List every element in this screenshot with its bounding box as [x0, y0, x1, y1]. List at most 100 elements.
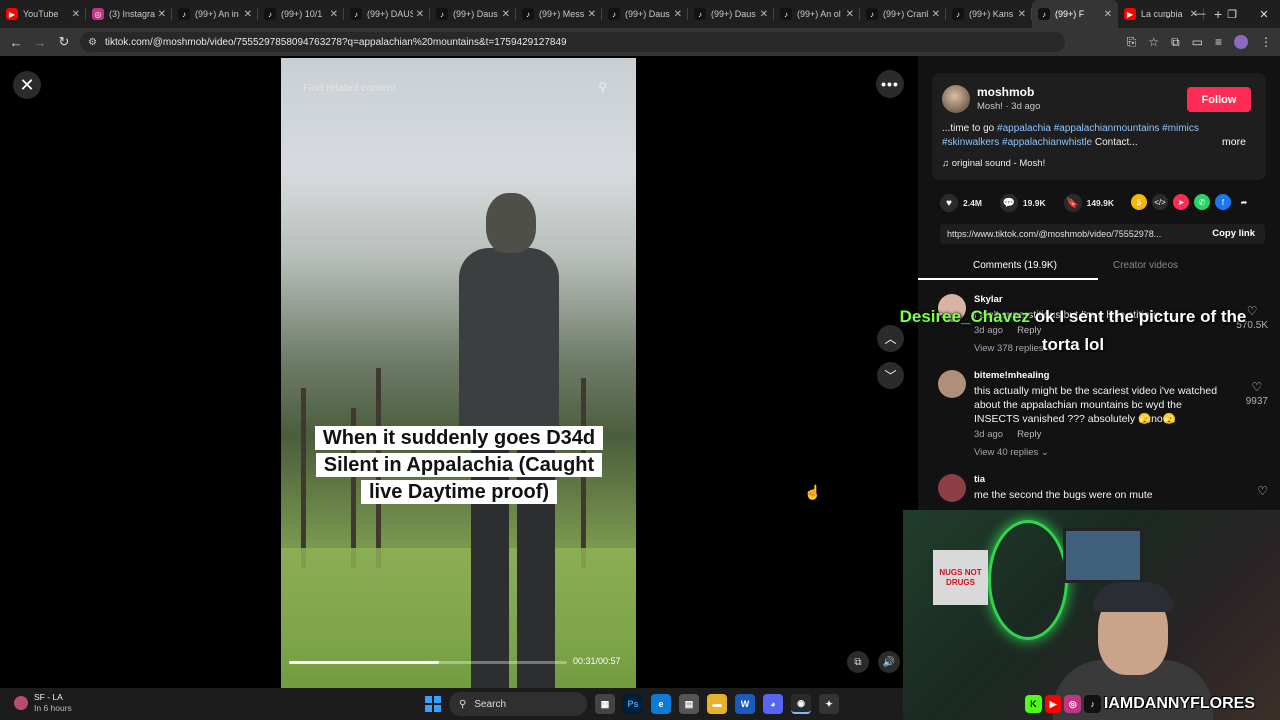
- comment-like[interactable]: ♡: [1257, 484, 1268, 500]
- browser-tab[interactable]: ♪ (99+) 10/1 ✕: [258, 0, 344, 28]
- commenter-avatar[interactable]: [938, 370, 966, 398]
- chat-text: ok I sent the picture of the torta lol: [1034, 307, 1247, 354]
- windows-start-icon[interactable]: [425, 696, 441, 712]
- browser-tab[interactable]: ◎ (3) Instagram✕: [86, 0, 172, 28]
- browser-tab[interactable]: ♪ (99+) Daus ✕: [602, 0, 688, 28]
- video-progress-bar[interactable]: [289, 661, 567, 664]
- like-button[interactable]: ♥ 2.4M: [940, 194, 982, 212]
- volume-button[interactable]: 🔊: [878, 651, 900, 673]
- browser-tab[interactable]: ♪ (99+) Daus ✕: [430, 0, 516, 28]
- search-icon[interactable]: ⚲: [598, 80, 607, 94]
- photoshop-icon[interactable]: Ps: [623, 694, 643, 714]
- browser-tab[interactable]: ♪ (99+) DAUS ✕: [344, 0, 430, 28]
- send-icon[interactable]: ➤: [1173, 194, 1189, 210]
- view-replies-link[interactable]: View 40 replies ⌄: [974, 447, 1049, 458]
- tab-close-icon[interactable]: ✕: [416, 9, 424, 20]
- author-name[interactable]: moshmob: [977, 85, 1034, 99]
- more-options-button[interactable]: •••: [876, 70, 904, 98]
- chrome-icon[interactable]: ◉: [791, 694, 811, 714]
- install-icon[interactable]: ⎘: [1127, 35, 1137, 50]
- commenter-name[interactable]: biteme!mhealing: [974, 370, 1050, 381]
- browser-tab[interactable]: ♪ (99+) Daus ✕: [688, 0, 774, 28]
- browser-tab[interactable]: ♪ (99+) F ✕: [1032, 0, 1118, 28]
- browser-tab[interactable]: ▶ YouTube ✕: [0, 0, 86, 28]
- tab-close-icon[interactable]: ✕: [158, 9, 166, 20]
- tab-close-icon[interactable]: ✕: [674, 9, 682, 20]
- sound-link[interactable]: ♫ original sound - Mosh!: [942, 158, 1045, 169]
- comment-like[interactable]: ♡ 9937: [1246, 380, 1268, 407]
- heart-icon: ♥: [940, 194, 958, 212]
- weather-icon: [14, 696, 28, 710]
- weather-widget[interactable]: SF - LA In 6 hours: [14, 692, 72, 714]
- menu-icon[interactable]: ⋮: [1260, 35, 1272, 49]
- forward-icon[interactable]: →: [28, 35, 52, 50]
- browser-tab[interactable]: ♪ (99+) Mess ✕: [516, 0, 602, 28]
- video-caption: When it suddenly goes D34d Silent in App…: [301, 425, 617, 506]
- browser-tab[interactable]: ♪ (99+) Kans ✕: [946, 0, 1032, 28]
- desc-suffix: Contact...: [1092, 137, 1138, 148]
- tab-close-icon[interactable]: ✕: [846, 9, 854, 20]
- sidebar-icon[interactable]: ▭: [1192, 35, 1203, 49]
- edge-icon[interactable]: e: [651, 694, 671, 714]
- video-player[interactable]: Find related content ⚲ When it suddenly …: [281, 58, 636, 688]
- app-icon[interactable]: ✦: [819, 694, 839, 714]
- reload-icon[interactable]: ↻: [52, 34, 76, 50]
- close-window-icon[interactable]: ✕: [1248, 8, 1280, 21]
- file-explorer-icon[interactable]: ▬: [707, 694, 727, 714]
- task-view-icon[interactable]: ▦: [595, 694, 615, 714]
- taskbar-search-label: Search: [474, 698, 507, 710]
- back-icon[interactable]: ←: [4, 35, 28, 50]
- tab-close-icon[interactable]: ✕: [330, 9, 338, 20]
- address-bar[interactable]: ⚙ tiktok.com/@moshmob/video/755529785809…: [80, 32, 1065, 52]
- next-video-button[interactable]: ﹀: [877, 362, 904, 389]
- tab-close-icon[interactable]: ✕: [1018, 9, 1026, 20]
- tab-label: (3) Instagram: [109, 9, 155, 19]
- tab-close-icon[interactable]: ✕: [588, 9, 596, 20]
- embed-icon[interactable]: </>: [1152, 194, 1168, 210]
- profile-avatar[interactable]: [1234, 35, 1248, 49]
- tab-close-icon[interactable]: ✕: [502, 9, 510, 20]
- close-video-button[interactable]: ✕: [13, 71, 41, 99]
- tab-creator-videos[interactable]: Creator videos: [1113, 260, 1178, 271]
- more-description-link[interactable]: more: [1222, 136, 1246, 148]
- browser-toolbar: ← → ↻ ⚙ tiktok.com/@moshmob/video/755529…: [0, 28, 1280, 56]
- whatsapp-icon[interactable]: ✆: [1194, 194, 1210, 210]
- tab-close-icon[interactable]: ✕: [1104, 9, 1112, 20]
- reply-button[interactable]: Reply: [1017, 429, 1041, 440]
- tab-close-icon[interactable]: ✕: [760, 9, 768, 20]
- browser-tab[interactable]: ♪ (99+) An ol ✕: [774, 0, 860, 28]
- follow-button[interactable]: Follow: [1187, 87, 1251, 112]
- pip-button[interactable]: ⧉: [847, 651, 869, 673]
- minimize-icon[interactable]: —: [1184, 8, 1216, 20]
- facebook-icon[interactable]: f: [1215, 194, 1231, 210]
- commenter-name[interactable]: tia: [974, 474, 985, 485]
- restore-icon[interactable]: ❐: [1216, 8, 1248, 21]
- commenter-avatar[interactable]: [938, 474, 966, 502]
- taskbar-apps: ⚲ Search ▦ Ps e ▤ ▬ W ◕ ◉ ✦: [425, 692, 839, 716]
- browser-tab[interactable]: ♪ (99+) Cranl ✕: [860, 0, 946, 28]
- hashtag-links[interactable]: #appalachia #appalachianmountains #mimic…: [997, 123, 1199, 134]
- word-icon[interactable]: W: [735, 694, 755, 714]
- media-icon[interactable]: ≡: [1215, 35, 1222, 49]
- taskbar-search[interactable]: ⚲ Search: [449, 692, 587, 716]
- comment-button[interactable]: 💬 19.9K: [999, 194, 1046, 212]
- tab-comments[interactable]: Comments (19.9K): [973, 260, 1057, 271]
- share-arrow-icon[interactable]: ➦: [1236, 194, 1252, 210]
- coin-icon[interactable]: $: [1131, 194, 1147, 210]
- site-info-icon[interactable]: ⚙: [88, 37, 97, 48]
- discord-icon[interactable]: ◕: [763, 694, 783, 714]
- hashtag-links[interactable]: #skinwalkers #appalachianwhistle: [942, 137, 1092, 148]
- store-icon[interactable]: ▤: [679, 694, 699, 714]
- tab-close-icon[interactable]: ✕: [932, 9, 940, 20]
- tab-label: (99+) An ol: [797, 9, 841, 19]
- author-avatar[interactable]: [942, 85, 970, 113]
- bookmark-star-icon[interactable]: ☆: [1148, 35, 1159, 49]
- browser-tab[interactable]: ♪ (99+) An in ✕: [172, 0, 258, 28]
- extensions-icon[interactable]: ⧉: [1171, 35, 1180, 50]
- save-button[interactable]: 🔖 149.9K: [1063, 194, 1114, 212]
- chevron-down-icon[interactable]: ⌄: [1152, 8, 1184, 21]
- tab-close-icon[interactable]: ✕: [72, 9, 80, 20]
- copy-link-button[interactable]: Copy link: [1212, 228, 1255, 239]
- find-related-search[interactable]: Find related content ⚲: [293, 76, 621, 100]
- tab-close-icon[interactable]: ✕: [244, 9, 252, 20]
